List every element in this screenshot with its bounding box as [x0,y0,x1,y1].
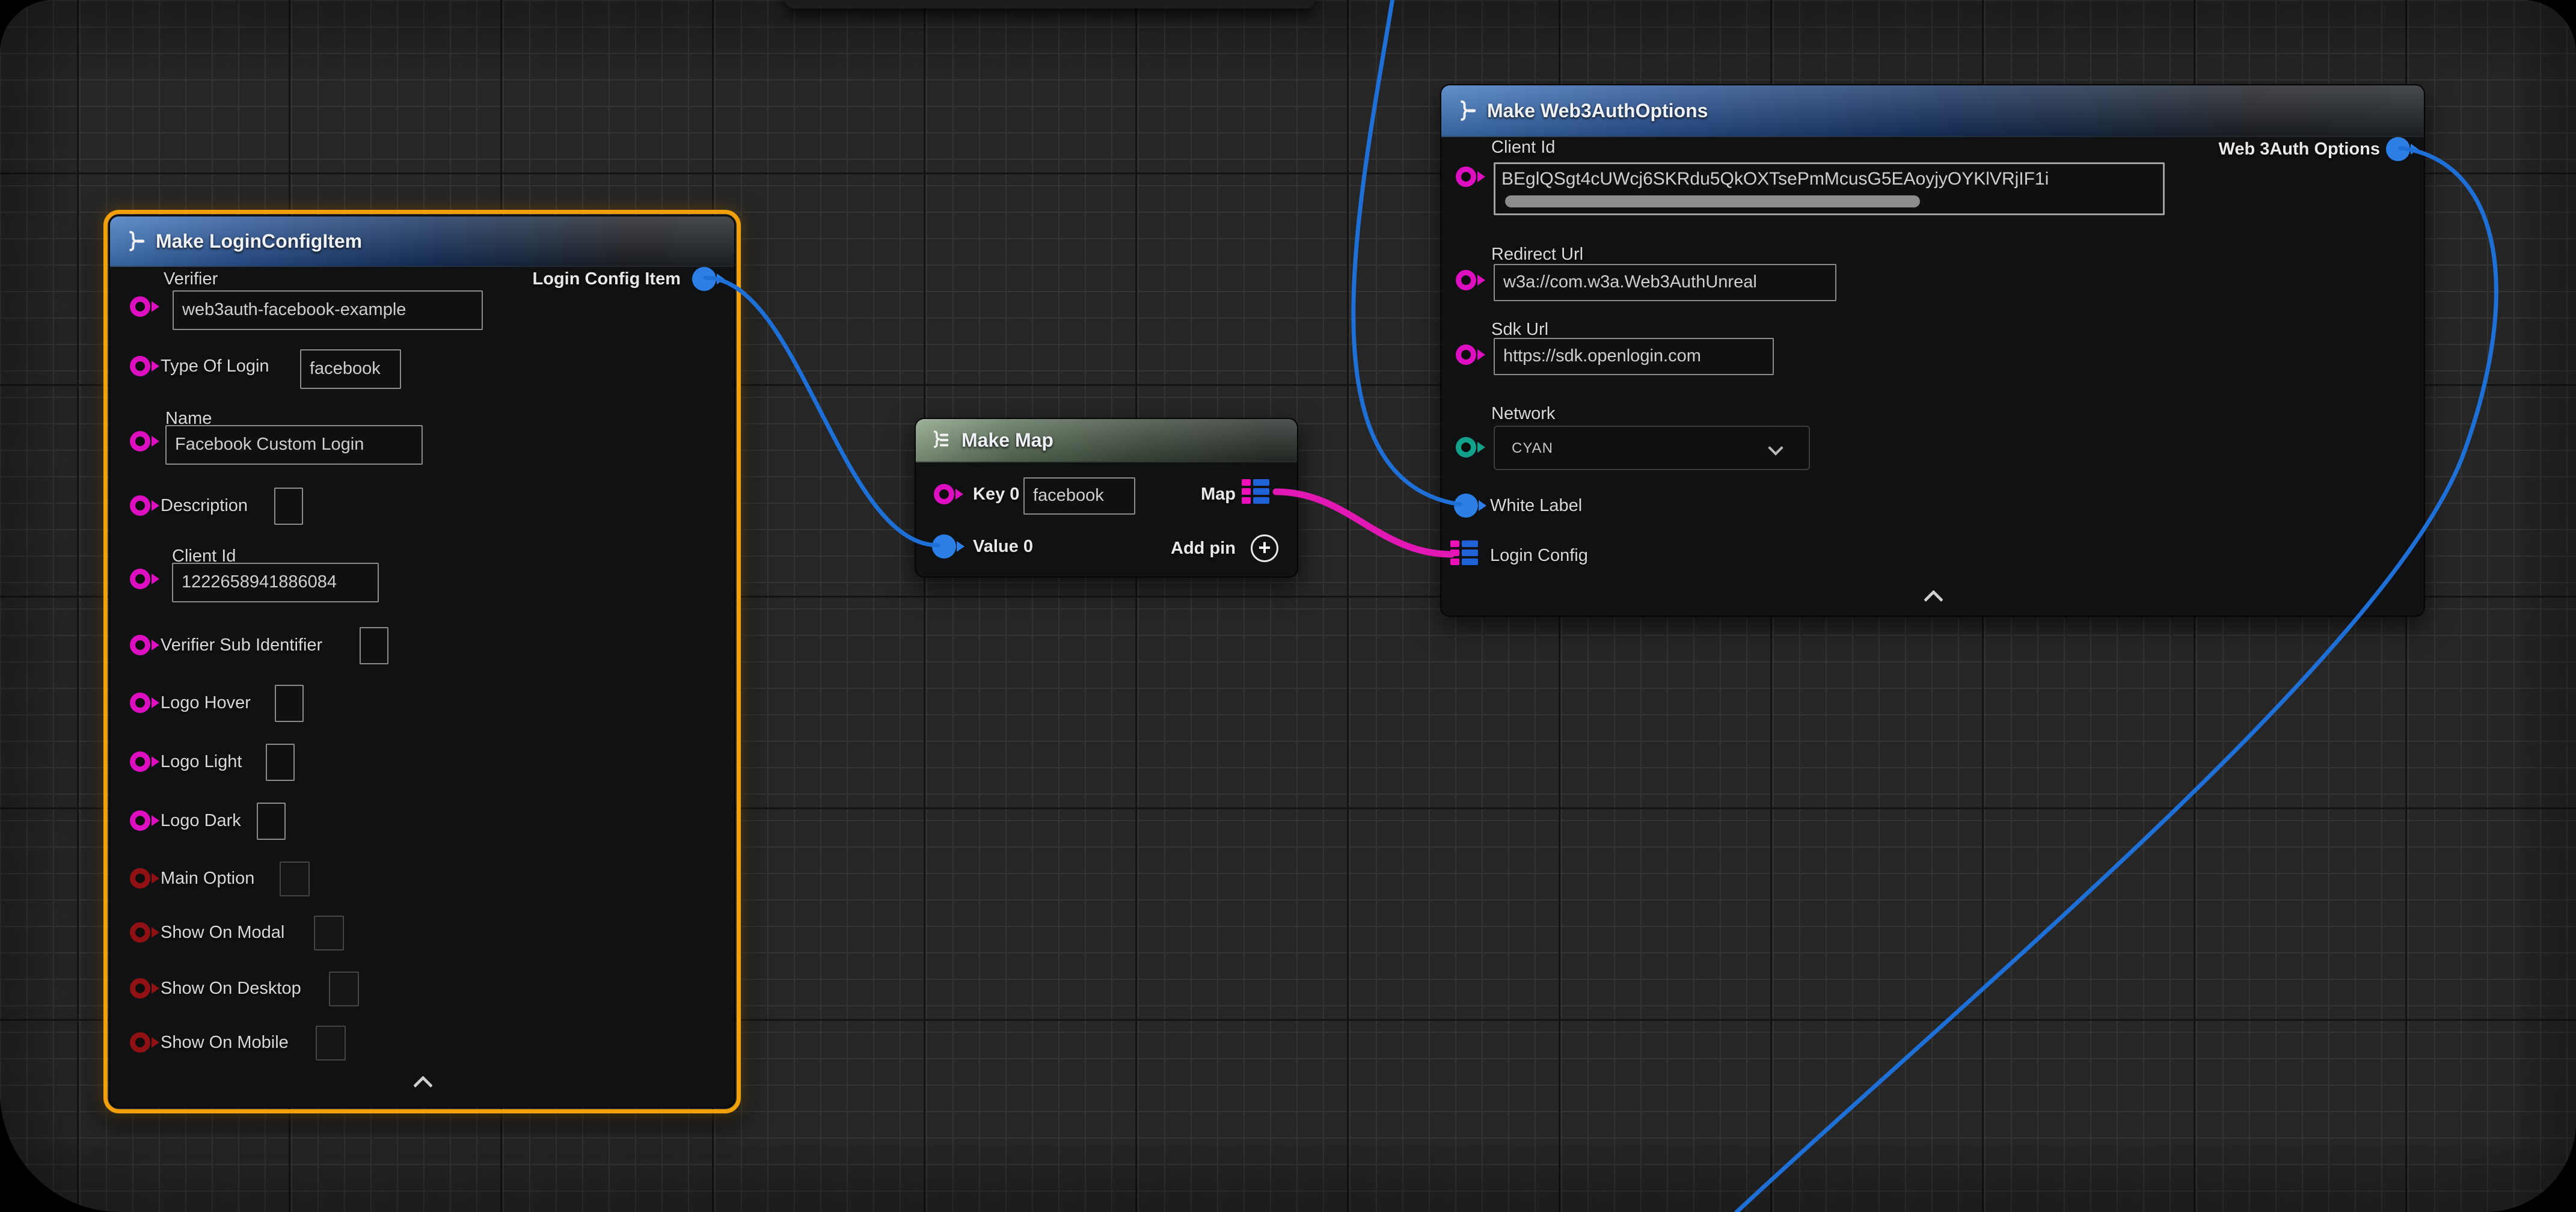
show-on-mobile-checkbox[interactable] [316,1026,346,1060]
node-make-login-config-item[interactable]: Make LoginConfigItem Login Config Item V… [103,210,741,1113]
name-input[interactable]: Facebook Custom Login [165,425,423,465]
pin-label: Key 0 [973,484,1019,504]
network-pin[interactable] [1456,437,1476,458]
node-make-map[interactable]: Make Map Key 0 facebook Map Value 0 Add … [915,418,1298,578]
main-option-pin[interactable] [130,868,150,889]
client-id-pin[interactable] [130,569,150,589]
node-header[interactable]: Make LoginConfigItem [110,216,734,267]
pin-label: Value 0 [973,536,1033,557]
show-on-modal-pin[interactable] [130,922,150,943]
verifier-pin[interactable] [130,296,150,317]
field-label: Show On Desktop [161,978,301,999]
verifier-sub-identifier-pin[interactable] [130,635,150,655]
chevron-up-icon[interactable] [1924,589,1945,604]
logo-light-pin[interactable] [130,751,150,772]
key0-input[interactable]: facebook [1023,477,1135,515]
show-on-desktop-pin[interactable] [130,978,150,999]
make-struct-icon [122,230,146,252]
logo-hover-pin[interactable] [130,693,150,713]
field-label: Verifier Sub Identifier [161,635,322,655]
client-id-pin[interactable] [1456,167,1476,187]
output-pin-label: Login Config Item [533,269,681,289]
client-id-text: BEglQSgt4cUWcj6SKRdu5QkOXTsePmMcusG5EAoy… [1495,164,2163,194]
description-input[interactable] [274,488,303,525]
logo-light-input[interactable] [266,744,295,781]
add-pin-plus-icon[interactable]: + [1251,534,1278,562]
make-struct-icon [1453,100,1477,121]
key0-pin[interactable] [934,484,954,504]
login-config-item-output-pin[interactable] [692,267,716,291]
offscreen-node-edge [785,0,1314,8]
field-label: Logo Hover [161,693,251,713]
show-on-mobile-pin[interactable] [130,1032,150,1053]
client-id-input[interactable]: 1222658941886084 [172,563,379,602]
pin-label: Map [1201,484,1236,504]
redirect-url-input[interactable]: w3a://com.w3a.Web3AuthUnreal [1494,264,1836,301]
field-label: Client Id [1491,137,1555,158]
field-label: Show On Modal [161,922,284,943]
field-label: Redirect Url [1491,244,1583,265]
sdk-url-pin[interactable] [1456,344,1476,365]
node-make-web3auth-options[interactable]: Make Web3AuthOptions Web 3Auth Options C… [1440,84,2425,617]
type-of-login-input[interactable]: facebook [300,349,401,389]
horizontal-scrollbar[interactable] [1505,195,1920,207]
pin-label: Login Config [1490,545,1588,566]
client-id-input[interactable]: BEglQSgt4cUWcj6SKRdu5QkOXTsePmMcusG5EAoy… [1494,162,2165,215]
field-label: Logo Light [161,751,242,772]
redirect-url-pin[interactable] [1456,270,1476,290]
value0-pin[interactable] [932,534,956,559]
type-of-login-pin[interactable] [130,356,150,376]
logo-dark-input[interactable] [257,803,286,840]
make-map-icon [928,430,952,450]
verifier-sub-identifier-input[interactable] [360,627,388,664]
field-label: Sdk Url [1491,319,1548,340]
show-on-desktop-checkbox[interactable] [329,972,359,1006]
node-header[interactable]: Make Web3AuthOptions [1441,85,2424,137]
pin-label: White Label [1490,495,1582,516]
field-label: Network [1491,403,1555,424]
web3auth-options-output-pin[interactable] [2386,137,2410,161]
node-title: Make LoginConfigItem [156,230,362,252]
sdk-url-input[interactable]: https://sdk.openlogin.com [1494,338,1774,375]
field-label: Type Of Login [161,356,269,376]
description-pin[interactable] [130,495,150,516]
field-label: Logo Dark [161,810,241,831]
field-label: Show On Mobile [161,1032,289,1053]
main-option-checkbox[interactable] [280,862,310,896]
field-label: Main Option [161,868,254,889]
chevron-up-icon[interactable] [414,1075,434,1089]
wire-map-to-login-config[interactable] [1276,492,1452,554]
logo-dark-pin[interactable] [130,810,150,831]
logo-hover-input[interactable] [275,685,304,722]
name-pin[interactable] [130,431,150,451]
node-title: Make Map [961,429,1053,451]
field-label: Description [161,495,248,516]
output-pin-label: Web 3Auth Options [2218,139,2380,159]
node-title: Make Web3AuthOptions [1487,100,1708,122]
map-output-pin[interactable] [1242,479,1269,504]
show-on-modal-checkbox[interactable] [314,916,344,950]
blueprint-graph-canvas[interactable]: Make LoginConfigItem Login Config Item V… [0,0,2576,1212]
network-selected-value: CYAN [1512,440,1553,457]
add-pin-button[interactable]: Add pin [1171,538,1236,559]
field-label: Verifier [164,269,218,289]
verifier-input[interactable]: web3auth-facebook-example [173,290,483,330]
node-header[interactable]: Make Map [916,419,1297,462]
white-label-pin[interactable] [1454,494,1478,518]
login-config-pin[interactable] [1450,540,1478,565]
network-dropdown[interactable]: CYAN [1494,426,1810,470]
chevron-down-icon [1770,441,1782,453]
